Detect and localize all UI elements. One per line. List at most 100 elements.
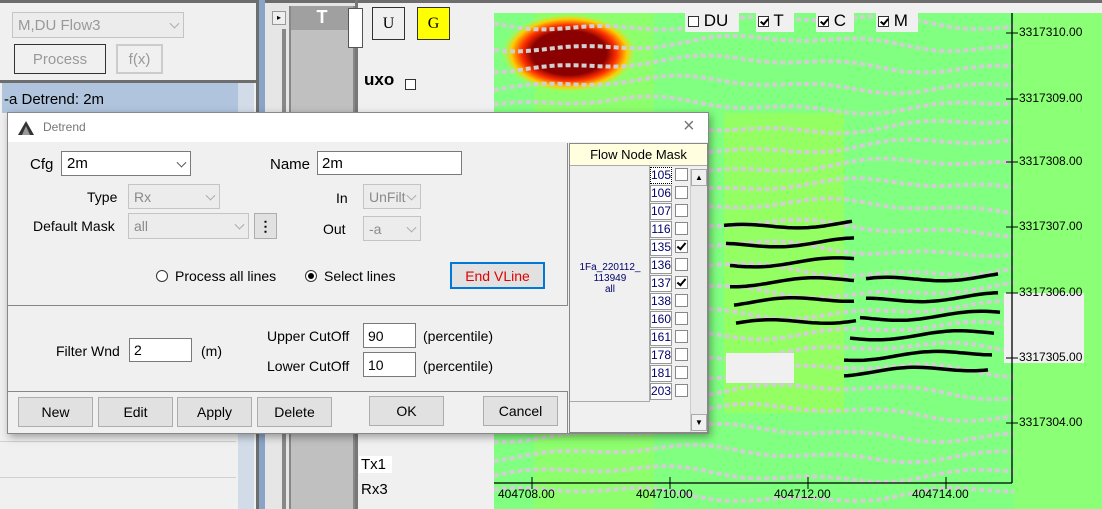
map-shading	[1014, 13, 1102, 509]
mask-node-checkbox[interactable]	[675, 222, 688, 235]
fx-button[interactable]: f(x)	[116, 44, 163, 74]
mask-scrollbar[interactable]: ▲ ▼	[690, 169, 707, 432]
dialog-titlebar[interactable]: Detrend ×	[8, 113, 708, 142]
chevron-down-icon	[406, 190, 417, 201]
type-value: Rx	[134, 188, 152, 205]
name-label: Name	[270, 156, 311, 173]
mask-node-checkbox[interactable]	[675, 204, 688, 217]
ok-button[interactable]: OK	[369, 396, 444, 426]
cfg-select[interactable]: 2m	[61, 151, 191, 176]
filter-wnd-input[interactable]: 2	[129, 338, 192, 362]
y-tick-label: 3317307.00	[1019, 219, 1083, 233]
chevron-down-icon	[205, 190, 216, 201]
du-label: DU	[703, 13, 729, 30]
mask-node-id: 181	[650, 365, 672, 382]
default-mask-select[interactable]: all	[128, 213, 249, 239]
uxo-checkbox[interactable]	[405, 78, 416, 90]
lower-cutoff-unit: (percentile)	[423, 358, 494, 374]
map-gap	[726, 353, 794, 383]
flow-select[interactable]: M,DU Flow3	[12, 12, 184, 38]
type-select[interactable]: Rx	[128, 184, 220, 209]
y-tick-label: 3317305.00	[1019, 350, 1083, 364]
mask-node-checkbox[interactable]	[675, 258, 688, 271]
mask-node-checkbox[interactable]	[675, 312, 688, 325]
toggle-t[interactable]: T	[756, 13, 794, 32]
mask-node-id: 137	[650, 275, 672, 292]
mask-node-id: 106	[650, 185, 672, 202]
chevron-down-icon	[176, 157, 187, 168]
edit-button[interactable]: Edit	[98, 397, 173, 427]
radio-icon[interactable]	[156, 270, 168, 282]
cancel-button[interactable]: Cancel	[483, 396, 558, 426]
apply-button[interactable]: Apply	[177, 397, 252, 427]
upper-cutoff-input[interactable]: 90	[363, 323, 416, 348]
mask-node-checkbox[interactable]	[675, 186, 688, 199]
mask-node-checkbox[interactable]	[675, 276, 688, 289]
mask-node-checkbox[interactable]	[675, 348, 688, 361]
filter-wnd-label: Filter Wnd	[56, 343, 120, 359]
default-mask-value: all	[134, 218, 149, 234]
delete-button[interactable]: Delete	[257, 397, 332, 427]
processing-list[interactable]: -a Detrend: 2m	[2, 83, 238, 113]
uxo-label: uxo	[364, 70, 395, 89]
filter-wnd-unit: (m)	[201, 343, 222, 359]
lower-cutoff-label: Lower CutOff	[267, 358, 350, 374]
x-tick-label: 404710.00	[636, 487, 693, 501]
u-button[interactable]: U	[372, 7, 405, 40]
mask-node-id: 203	[650, 383, 672, 400]
new-button[interactable]: New	[18, 397, 93, 427]
m-checkbox[interactable]	[878, 16, 889, 28]
column-header-t: T	[291, 6, 353, 30]
c-checkbox[interactable]	[818, 16, 829, 28]
close-icon[interactable]: ×	[683, 115, 695, 138]
scroll-right-button[interactable]: ▸	[272, 11, 286, 25]
list-item[interactable]: -a Detrend: 2m	[4, 91, 104, 108]
mask-node-id: 160	[650, 311, 672, 328]
t-label: T	[773, 13, 784, 30]
mask-node-id: 107	[650, 203, 672, 220]
name-input[interactable]: 2m	[317, 151, 462, 175]
scroll-down-icon[interactable]: ▼	[691, 414, 707, 431]
toggle-du[interactable]: DU	[685, 13, 739, 32]
divider	[0, 477, 236, 478]
mask-node-id: 178	[650, 347, 672, 364]
mask-group-label: 1Fa_220112_ 113949 all	[579, 262, 641, 295]
out-select[interactable]: -a	[363, 216, 421, 241]
mask-node-checkbox[interactable]	[675, 294, 688, 307]
type-label: Type	[87, 189, 118, 205]
chevron-down-icon	[406, 222, 417, 233]
c-label: C	[833, 13, 847, 30]
in-value: UnFilt	[369, 188, 406, 205]
chevron-down-icon	[234, 219, 245, 230]
mask-options-button[interactable]: ⋮	[254, 213, 277, 239]
cfg-label: Cfg	[30, 156, 54, 173]
mask-node-id: 135	[650, 239, 672, 256]
mask-node-checkbox[interactable]	[675, 330, 688, 343]
mask-node-checkbox[interactable]	[675, 168, 688, 181]
mask-node-checkbox[interactable]	[675, 366, 688, 379]
radio-process-all-label: Process all lines	[175, 268, 277, 284]
radio-selected-icon[interactable]	[305, 270, 317, 282]
app-logo-icon	[18, 121, 34, 135]
mask-node-id: 116	[650, 221, 672, 238]
t-checkbox[interactable]	[758, 16, 769, 28]
lower-cutoff-input[interactable]: 10	[363, 352, 416, 377]
du-checkbox[interactable]	[688, 16, 699, 28]
toggle-c[interactable]: C	[816, 13, 854, 32]
mask-node-id: 105	[650, 167, 672, 184]
toggle-m[interactable]: M	[876, 13, 918, 32]
y-tick-label: 3317308.00	[1019, 154, 1083, 168]
scroll-up-icon[interactable]: ▲	[691, 169, 707, 186]
mask-node-checkbox[interactable]	[675, 240, 688, 253]
in-label: In	[336, 190, 348, 206]
in-select[interactable]: UnFilt	[363, 184, 421, 209]
end-vline-button[interactable]: End VLine	[450, 262, 545, 289]
divider	[0, 441, 236, 442]
radio-select-lines-label: Select lines	[324, 268, 396, 284]
process-button[interactable]: Process	[14, 44, 106, 74]
mask-node-id: 138	[650, 293, 672, 310]
mask-node-checkbox[interactable]	[675, 384, 688, 397]
slider-handle[interactable]	[348, 8, 363, 48]
out-value: -a	[369, 220, 382, 237]
g-button[interactable]: G	[417, 7, 450, 40]
